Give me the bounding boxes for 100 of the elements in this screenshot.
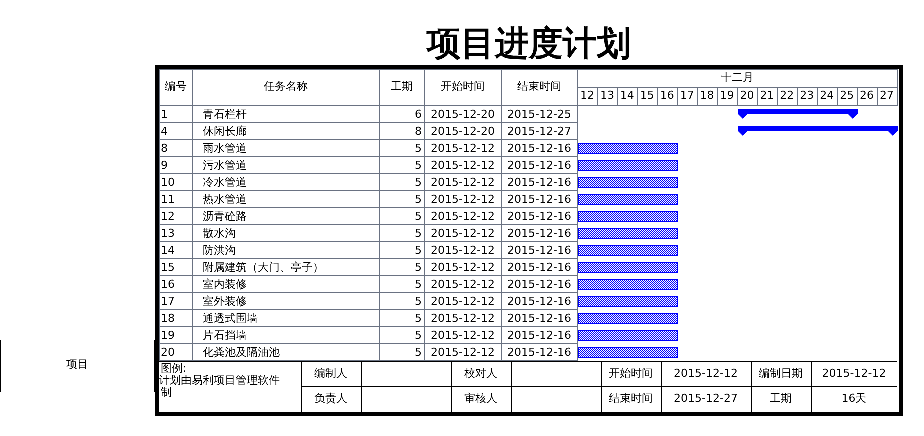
day-header: 17	[678, 88, 698, 106]
task-end: 2015-12-16	[502, 276, 578, 292]
column-header: 编号	[160, 70, 192, 106]
field-label: 校对人	[451, 362, 511, 386]
task-name: 污水管道	[192, 156, 380, 174]
field-label: 审核人	[451, 386, 511, 412]
field-label: 负责人	[301, 386, 361, 412]
task-name: 附属建筑（大门、亭子）	[192, 258, 380, 276]
task-start: 2015-12-12	[424, 310, 502, 326]
day-header: 26	[858, 88, 878, 106]
day-header: 14	[618, 88, 638, 106]
task-duration: 5	[380, 326, 424, 344]
day-header: 21	[758, 88, 778, 106]
task-id: 17	[160, 292, 192, 310]
task-id: 13	[160, 224, 192, 242]
field-label: 开始时间	[601, 362, 661, 386]
task-duration: 5	[380, 242, 424, 258]
field-value: 2015-12-27	[661, 386, 751, 412]
task-id: 8	[160, 140, 192, 156]
task-duration: 5	[380, 224, 424, 242]
task-start: 2015-12-20	[424, 122, 502, 140]
task-duration: 5	[380, 310, 424, 326]
task-name: 通透式围墙	[192, 310, 380, 326]
task-end: 2015-12-16	[502, 174, 578, 190]
task-start: 2015-12-12	[424, 292, 502, 310]
task-end: 2015-12-16	[502, 344, 578, 360]
task-id: 4	[160, 122, 192, 140]
task-duration: 8	[380, 122, 424, 140]
task-end: 2015-12-25	[502, 106, 578, 122]
task-start: 2015-12-12	[424, 276, 502, 292]
task-name: 化粪池及隔油池	[192, 344, 380, 360]
task-duration: 5	[380, 276, 424, 292]
task-id: 18	[160, 310, 192, 326]
task-name: 防洪沟	[192, 242, 380, 258]
field-value: 16天	[811, 386, 897, 412]
task-id: 20	[160, 344, 192, 360]
task-duration: 5	[380, 190, 424, 208]
column-header: 任务名称	[192, 70, 380, 106]
column-header: 开始时间	[424, 70, 502, 106]
task-id: 19	[160, 326, 192, 344]
task-start: 2015-12-12	[424, 140, 502, 156]
task-name: 片石挡墙	[192, 326, 380, 344]
task-duration: 5	[380, 208, 424, 224]
task-id: 11	[160, 190, 192, 208]
task-end: 2015-12-16	[502, 310, 578, 326]
day-header: 22	[778, 88, 798, 106]
day-header: 20	[738, 88, 758, 106]
task-name: 散水沟	[192, 224, 380, 242]
legend-note: 计划由易利项目管理软件	[159, 375, 281, 387]
task-name: 沥青砼路	[192, 208, 380, 224]
task-end: 2015-12-16	[502, 208, 578, 224]
task-name: 室内装修	[192, 276, 380, 292]
task-start: 2015-12-12	[424, 190, 502, 208]
column-header: 结束时间	[502, 70, 578, 106]
field-label: 编制人	[301, 362, 361, 386]
task-id: 10	[160, 174, 192, 190]
task-duration: 5	[380, 140, 424, 156]
field-label: 编制日期	[751, 362, 811, 386]
task-name: 休闲长廊	[192, 122, 380, 140]
task-end: 2015-12-16	[502, 224, 578, 242]
task-name: 热水管道	[192, 190, 380, 208]
task-name: 冷水管道	[192, 174, 380, 190]
task-start: 2015-12-12	[424, 208, 502, 224]
task-end: 2015-12-16	[502, 258, 578, 276]
task-start: 2015-12-20	[424, 106, 502, 122]
task-start: 2015-12-12	[424, 326, 502, 344]
task-end: 2015-12-16	[502, 292, 578, 310]
side-label: 项目	[0, 340, 155, 392]
task-start: 2015-12-12	[424, 258, 502, 276]
day-header: 16	[658, 88, 678, 106]
task-start: 2015-12-12	[424, 344, 502, 360]
task-id: 16	[160, 276, 192, 292]
legend-label: 图例:	[160, 363, 188, 375]
task-duration: 6	[380, 106, 424, 122]
day-header: 24	[818, 88, 838, 106]
task-name: 室外装修	[192, 292, 380, 310]
task-id: 1	[160, 106, 192, 122]
day-header: 12	[578, 88, 598, 106]
field-label: 工期	[751, 386, 811, 412]
day-header: 13	[598, 88, 618, 106]
task-end: 2015-12-16	[502, 156, 578, 174]
task-start: 2015-12-12	[424, 174, 502, 190]
task-name: 青石栏杆	[192, 106, 380, 122]
task-start: 2015-12-12	[424, 224, 502, 242]
field-value: 2015-12-12	[811, 362, 897, 386]
task-duration: 5	[380, 344, 424, 360]
task-duration: 5	[380, 292, 424, 310]
task-start: 2015-12-12	[424, 242, 502, 258]
task-id: 15	[160, 258, 192, 276]
column-header: 工期	[380, 70, 424, 106]
day-header: 18	[698, 88, 718, 106]
legend-note: 制	[160, 387, 173, 399]
task-end: 2015-12-16	[502, 140, 578, 156]
task-id: 12	[160, 208, 192, 224]
day-header: 19	[718, 88, 738, 106]
day-header: 23	[798, 88, 818, 106]
task-name: 雨水管道	[192, 140, 380, 156]
task-end: 2015-12-16	[502, 326, 578, 344]
task-duration: 5	[380, 258, 424, 276]
task-duration: 5	[380, 174, 424, 190]
